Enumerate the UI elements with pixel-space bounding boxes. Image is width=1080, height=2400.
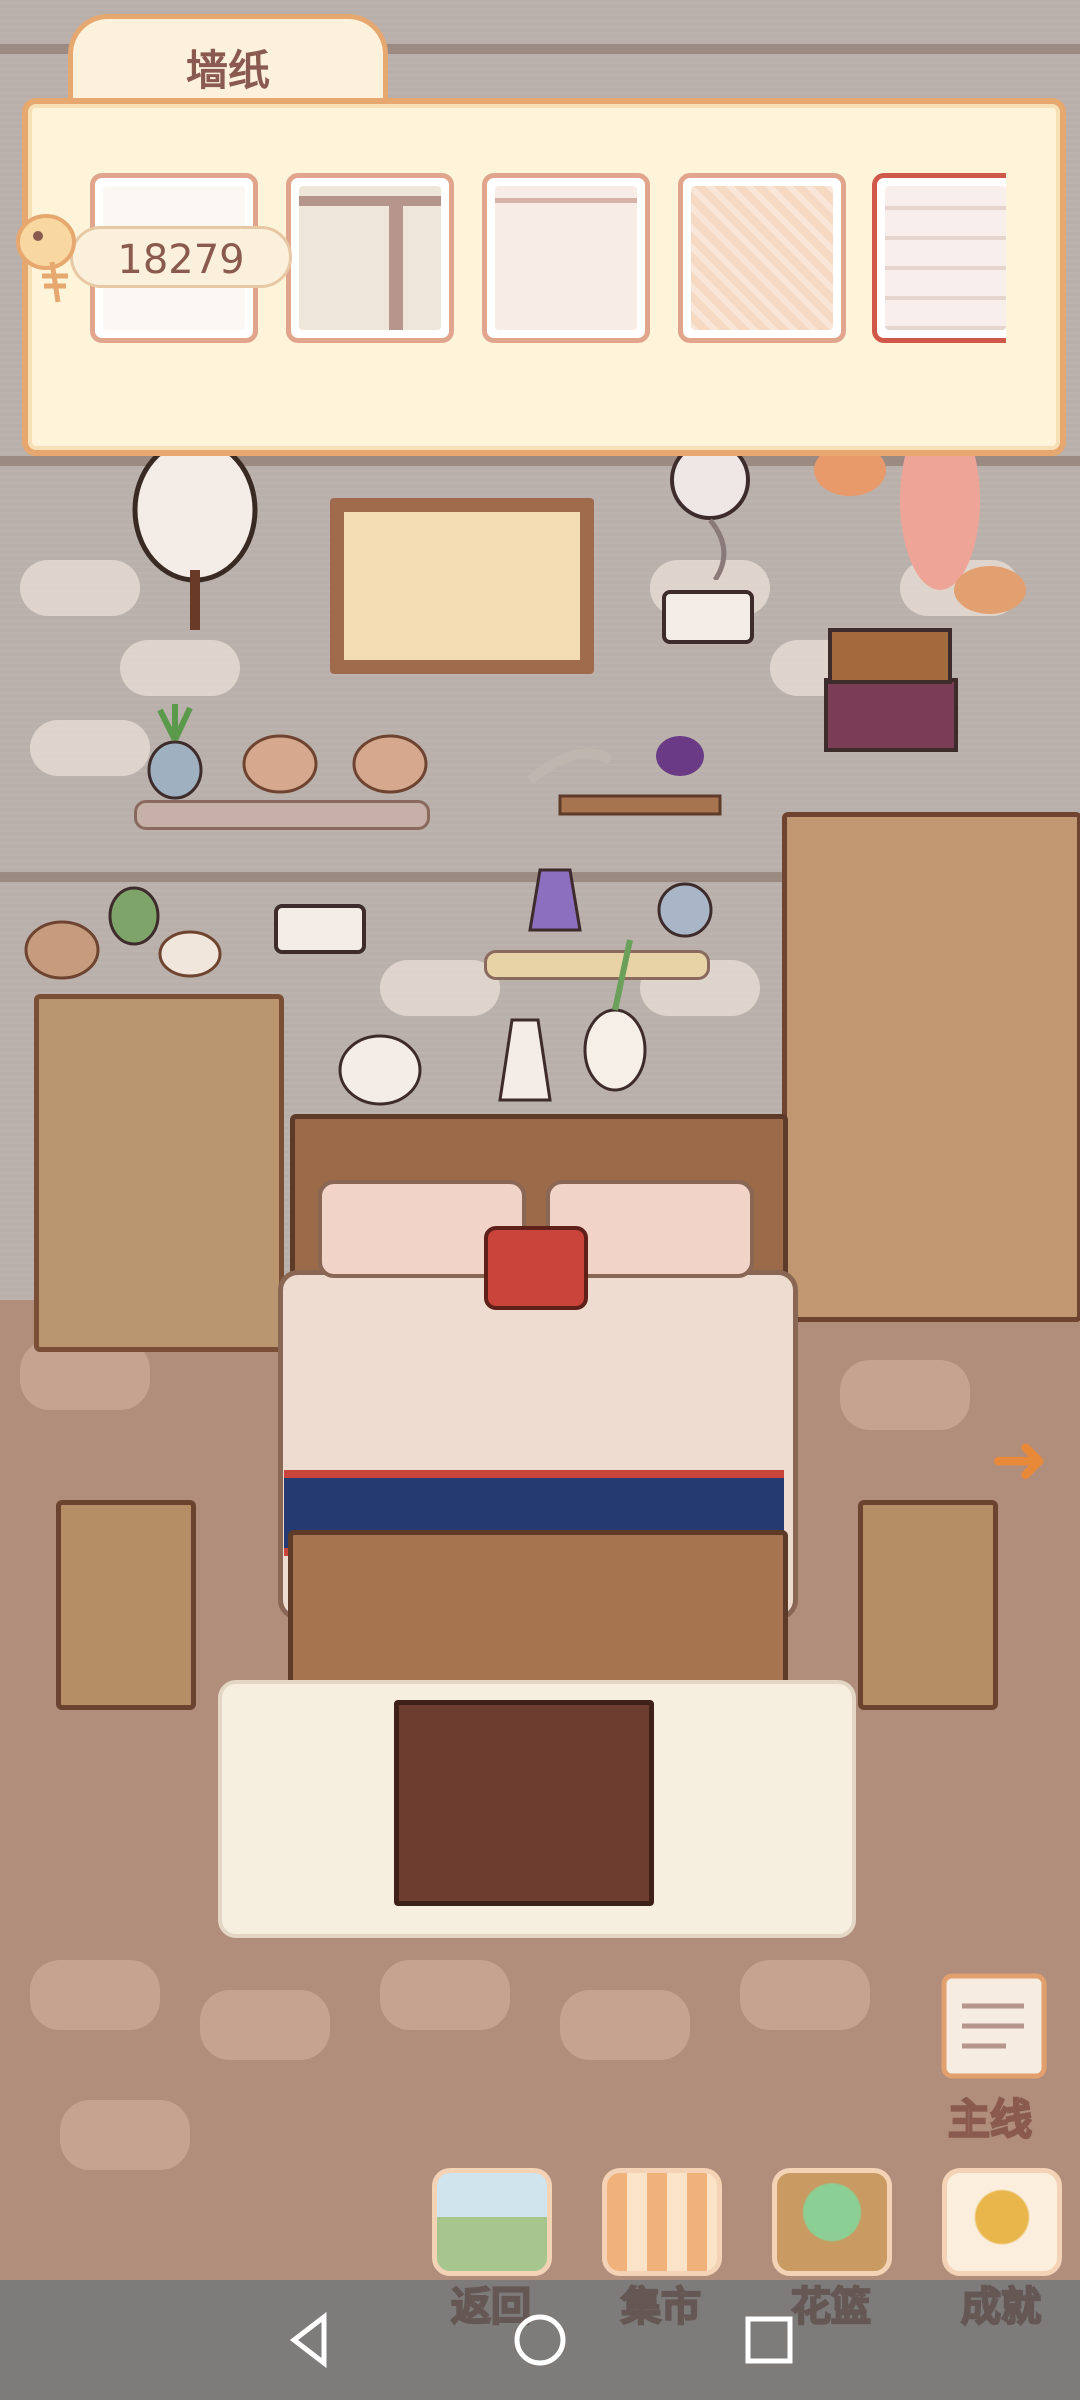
window-icon <box>432 2168 552 2276</box>
quest-scroll-icon[interactable] <box>926 1970 1056 2080</box>
plant-pot-decoration[interactable] <box>104 856 164 946</box>
floor-stone <box>200 1990 330 2060</box>
next-arrow-icon[interactable]: ➜ <box>990 1424 1060 1494</box>
market-button[interactable] <box>602 2168 722 2276</box>
wallpaper-swatch-4[interactable] <box>678 173 846 343</box>
wall-brick <box>20 560 140 616</box>
vase-decoration[interactable] <box>570 920 660 1100</box>
bookcase[interactable] <box>34 994 284 1352</box>
currency-value: 18279 <box>117 237 245 283</box>
currency-display: 18279 <box>70 226 292 288</box>
trophy-icon <box>942 2168 1062 2276</box>
floor-stone <box>740 1960 870 2030</box>
plant-pot-decoration[interactable] <box>140 700 210 800</box>
flower-basket-icon <box>772 2168 892 2276</box>
floor-stone <box>380 1960 510 2030</box>
basket-button[interactable] <box>772 2168 892 2276</box>
hamster-figure-decoration[interactable] <box>240 724 320 794</box>
cat-figure-decoration[interactable] <box>330 1000 430 1110</box>
plant-pot-decoration[interactable] <box>650 840 720 940</box>
nav-home-icon[interactable] <box>505 2305 575 2375</box>
nav-recents-icon[interactable] <box>734 2305 804 2375</box>
storage-chest[interactable] <box>394 1700 654 1906</box>
hand-fan-decoration[interactable] <box>130 440 260 640</box>
wallpaper-swatch-3[interactable] <box>482 173 650 343</box>
bottle-decoration[interactable] <box>490 1010 560 1110</box>
cushion-decoration[interactable] <box>476 1218 596 1318</box>
wall-brick <box>30 720 150 776</box>
back-button[interactable] <box>432 2168 552 2276</box>
floor-stone <box>30 1960 160 2030</box>
wall-clock-decoration[interactable] <box>660 580 756 646</box>
wall-shelf[interactable] <box>134 800 430 830</box>
side-cabinet[interactable] <box>56 1500 196 1710</box>
quest-label[interactable]: 主线 <box>930 2086 1050 2147</box>
floor-stone <box>60 2100 190 2170</box>
achievement-button[interactable] <box>942 2168 1062 2276</box>
wallpaper-swatch-5[interactable] <box>872 173 1006 343</box>
desk-ink-decoration[interactable] <box>520 660 740 840</box>
toolbox-decoration[interactable] <box>820 610 970 760</box>
hamster-figure-decoration[interactable] <box>350 724 430 794</box>
fishbone-icon <box>16 214 76 303</box>
cat-pendant-decoration[interactable] <box>655 440 765 580</box>
market-stall-icon <box>602 2168 722 2276</box>
wallpaper-tab-label: 墙纸 <box>185 46 270 95</box>
wallpaper-swatch-2[interactable] <box>286 173 454 343</box>
hamster-figure-decoration[interactable] <box>22 910 102 980</box>
portrait-frame[interactable] <box>330 498 594 674</box>
nav-back-icon[interactable] <box>274 2305 344 2375</box>
wardrobe[interactable] <box>782 812 1080 1322</box>
side-cabinet[interactable] <box>858 1500 998 1710</box>
desk-clock-decoration[interactable] <box>272 900 368 956</box>
floor-stone <box>560 1990 690 2060</box>
floor-stone <box>840 1360 970 1430</box>
wall-brick <box>120 640 240 696</box>
